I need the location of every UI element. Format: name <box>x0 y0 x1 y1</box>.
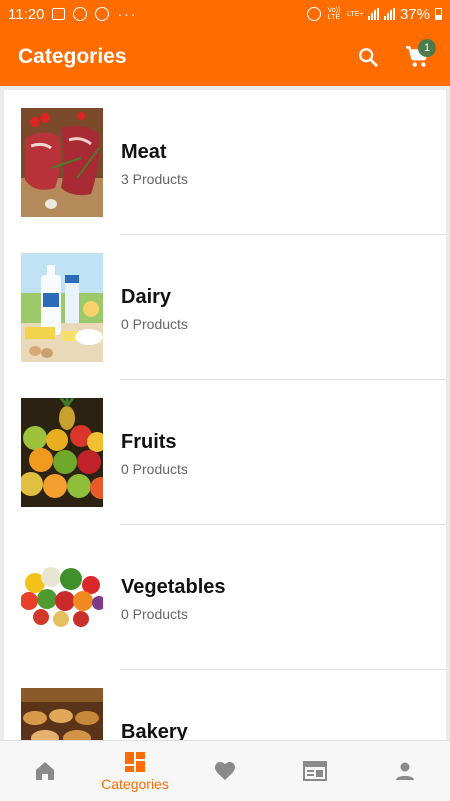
category-name: Meat <box>121 141 167 163</box>
b-icon <box>95 7 110 21</box>
category-name: Dairy <box>121 286 172 308</box>
more-notifications-icon: ··· <box>117 6 138 22</box>
battery-icon <box>435 8 442 20</box>
status-time: 11:20 <box>8 5 45 23</box>
category-item-dairy[interactable]: Dairy 0 Products <box>4 235 446 380</box>
dairy-image <box>21 253 103 362</box>
volte-indicator: Vo)) LTE <box>327 7 341 21</box>
app-bar: Categories 1 <box>0 28 450 86</box>
category-name: Vegetables <box>121 576 226 598</box>
vegetables-image <box>21 543 103 652</box>
category-product-count: 3 Products <box>121 171 188 187</box>
categories-icon <box>125 752 145 772</box>
nav-profile[interactable] <box>360 741 450 801</box>
category-name: Bakery <box>121 721 188 740</box>
category-item-bakery[interactable]: Bakery <box>4 670 446 740</box>
search-button[interactable] <box>348 37 388 77</box>
category-product-count: 0 Products <box>121 316 188 332</box>
page-title: Categories <box>18 45 127 68</box>
bakery-image <box>21 688 103 740</box>
gallery-icon <box>52 8 66 20</box>
news-icon <box>303 761 327 781</box>
cart-button[interactable]: 1 <box>398 37 438 77</box>
nav-home[interactable] <box>0 741 90 801</box>
heart-icon <box>215 762 235 780</box>
nav-categories-label: Categories <box>101 776 169 792</box>
battery-percent: 37% <box>399 5 430 23</box>
meat-image <box>21 108 103 217</box>
nav-categories[interactable]: Categories <box>90 741 180 801</box>
lte-indicator: LTE+ <box>346 10 364 18</box>
category-item-fruits[interactable]: Fruits 0 Products <box>4 380 446 525</box>
nav-news[interactable] <box>270 741 360 801</box>
category-list: Meat 3 Products Dairy 0 Products Fruits … <box>4 90 446 740</box>
category-product-count: 0 Products <box>121 606 188 622</box>
status-bar: 11:20 ··· Vo)) LTE LTE+ 37% <box>0 0 450 28</box>
alarm-icon <box>306 7 321 21</box>
signal-icon <box>367 8 379 20</box>
category-name: Fruits <box>121 431 177 453</box>
nav-favorites[interactable] <box>180 741 270 801</box>
category-item-meat[interactable]: Meat 3 Products <box>4 90 446 235</box>
person-icon <box>396 762 414 780</box>
bottom-navigation: Categories <box>0 740 450 801</box>
search-icon <box>359 48 378 67</box>
signal-icon-2 <box>383 8 395 20</box>
phone-icon <box>73 7 88 21</box>
home-icon <box>36 762 54 780</box>
category-item-vegetables[interactable]: Vegetables 0 Products <box>4 525 446 670</box>
category-product-count: 0 Products <box>121 461 188 477</box>
cart-count-badge: 1 <box>418 39 436 57</box>
fruits-image <box>21 398 103 507</box>
